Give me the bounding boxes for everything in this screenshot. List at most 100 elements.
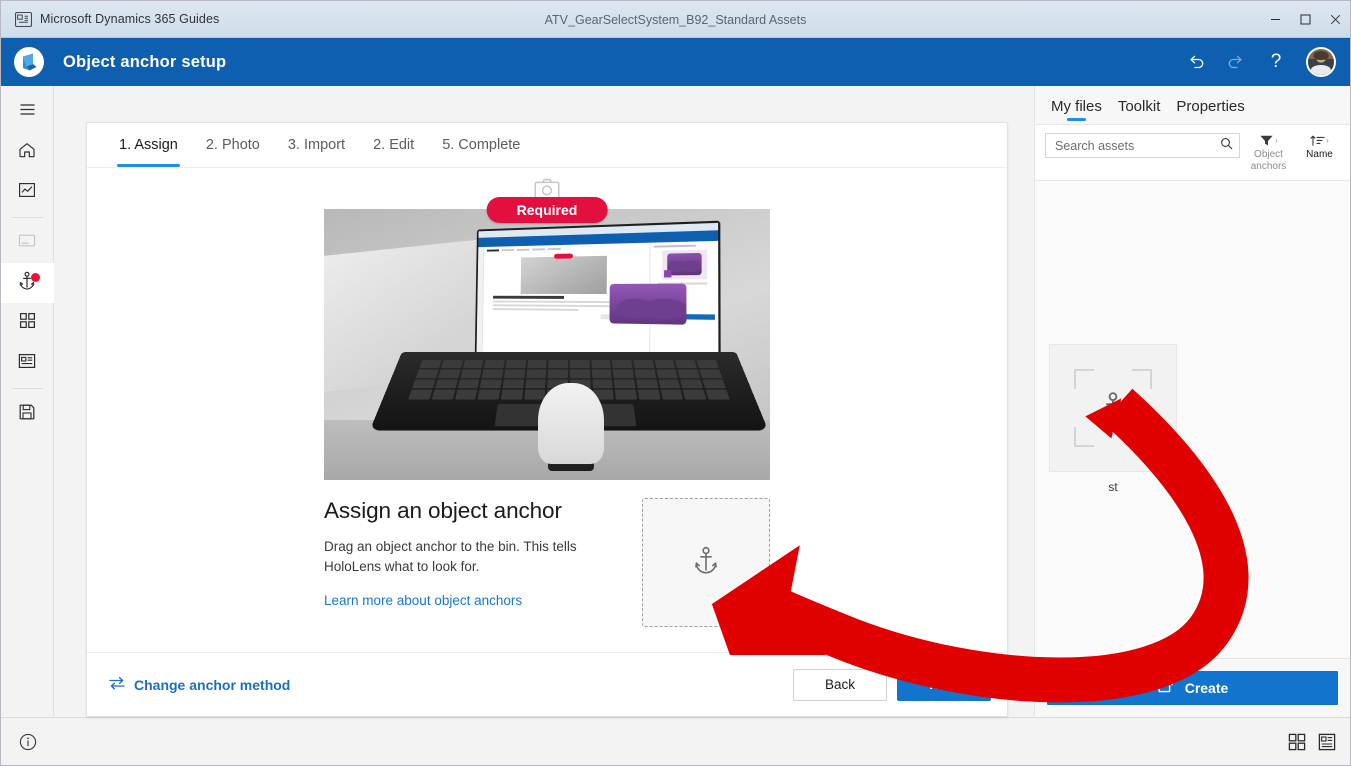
tab-label: My files xyxy=(1051,98,1102,115)
undo-icon[interactable] xyxy=(1178,44,1214,80)
swap-arrows-icon xyxy=(109,676,125,693)
tab-complete[interactable]: 5. Complete xyxy=(428,123,534,167)
tab-assign[interactable]: 1. Assign xyxy=(105,123,192,167)
sort-label: Name xyxy=(1306,149,1333,161)
open-external-icon xyxy=(1157,679,1174,697)
hamburger-menu-icon xyxy=(18,100,37,124)
rail-divider-1 xyxy=(12,217,43,218)
tab-label: 5. Complete xyxy=(442,137,520,153)
search-input[interactable] xyxy=(1055,139,1216,153)
tab-label: 3. Import xyxy=(288,137,345,153)
next-button[interactable]: Next xyxy=(897,669,991,701)
guides-app-icon xyxy=(15,12,32,27)
right-panel-tabs: My files Toolkit Properties xyxy=(1035,86,1350,124)
avatar[interactable] xyxy=(1306,47,1336,77)
tab-properties[interactable]: Properties xyxy=(1170,96,1250,124)
change-anchor-method-button[interactable]: Change anchor method xyxy=(109,676,290,693)
right-panel: My files Toolkit Properties xyxy=(1034,86,1350,717)
assets-toolbar: › Object anchors › Name xyxy=(1035,124,1350,181)
tab-label: 1. Assign xyxy=(119,137,178,153)
search-icon xyxy=(1220,137,1233,155)
create-button[interactable]: Create xyxy=(1047,671,1338,705)
minimize-button[interactable] xyxy=(1260,6,1290,32)
wizard-content: Required xyxy=(87,168,1007,652)
window-controls xyxy=(1260,1,1350,38)
sidebar-item-object-anchor[interactable] xyxy=(1,263,54,303)
instruction-description: Drag an object anchor to the bin. This t… xyxy=(324,537,582,576)
list-item[interactable]: st xyxy=(1049,344,1177,494)
tab-label: Toolkit xyxy=(1118,98,1161,115)
grid-apps-icon xyxy=(18,311,37,335)
save-icon xyxy=(17,402,37,427)
card-icon xyxy=(17,232,37,254)
framing-corners xyxy=(1074,369,1152,447)
title-bar-left: Microsoft Dynamics 365 Guides xyxy=(1,12,219,27)
main-canvas: 1. Assign 2. Photo 3. Import 2. Edit 5. … xyxy=(54,86,1034,717)
tab-label: 2. Photo xyxy=(206,137,260,153)
learn-more-link[interactable]: Learn more about object anchors xyxy=(324,593,522,608)
left-rail xyxy=(1,86,54,717)
instruction-photo-wrap: Required xyxy=(324,209,770,480)
object-anchor-thumb-icon xyxy=(1049,344,1177,472)
sidebar-item-home[interactable] xyxy=(1,132,54,172)
status-bar xyxy=(1,717,1350,765)
sort-button[interactable]: › Name xyxy=(1297,133,1342,161)
title-bar: Microsoft Dynamics 365 Guides ATV_GearSe… xyxy=(1,1,1350,38)
wizard-card: 1. Assign 2. Photo 3. Import 2. Edit 5. … xyxy=(86,122,1008,717)
assets-list: st xyxy=(1035,181,1350,659)
sidebar-item-slide[interactable] xyxy=(1,343,54,383)
view-toggles xyxy=(1288,733,1336,751)
sort-icon: › xyxy=(1310,134,1329,147)
asset-grid: st xyxy=(1035,194,1350,494)
asset-label: st xyxy=(1108,480,1117,494)
sidebar-item-analytics[interactable] xyxy=(1,172,54,212)
sidebar-item-menu[interactable] xyxy=(1,92,54,132)
change-anchor-method-label: Change anchor method xyxy=(134,677,290,693)
redo-icon[interactable] xyxy=(1218,44,1254,80)
close-button[interactable] xyxy=(1320,6,1350,32)
instruction-heading: Assign an object anchor xyxy=(324,498,582,524)
wizard-tabs: 1. Assign 2. Photo 3. Import 2. Edit 5. … xyxy=(87,123,1007,168)
right-panel-footer: Create xyxy=(1035,659,1350,717)
search-box[interactable] xyxy=(1045,133,1240,158)
instruction-text: Assign an object anchor Drag an object a… xyxy=(324,498,582,627)
tab-edit[interactable]: 2. Edit xyxy=(359,123,428,167)
tab-photo[interactable]: 2. Photo xyxy=(192,123,274,167)
wizard-footer: Change anchor method Back Next xyxy=(87,652,1007,716)
help-button[interactable]: ? xyxy=(1258,44,1294,80)
header-actions: ? xyxy=(1178,44,1336,80)
app-window: Microsoft Dynamics 365 Guides ATV_GearSe… xyxy=(0,0,1351,766)
filter-button[interactable]: › Object anchors xyxy=(1246,133,1291,172)
status-badge: Required xyxy=(487,197,608,223)
chevron-right-icon: › xyxy=(1326,136,1329,145)
footer-buttons: Back Next xyxy=(793,669,991,701)
anchor-icon xyxy=(691,544,721,581)
status-badge xyxy=(31,273,40,282)
home-icon xyxy=(17,140,37,165)
tab-my-files[interactable]: My files xyxy=(1045,96,1108,124)
sidebar-item-apps[interactable] xyxy=(1,303,54,343)
instruction-block: Assign an object anchor Drag an object a… xyxy=(324,498,770,627)
create-button-label: Create xyxy=(1185,680,1229,696)
rail-divider-2 xyxy=(12,388,43,389)
analytics-icon xyxy=(17,180,37,205)
tab-toolkit[interactable]: Toolkit xyxy=(1112,96,1167,124)
maximize-button[interactable] xyxy=(1290,6,1320,32)
tab-import[interactable]: 3. Import xyxy=(274,123,359,167)
sidebar-item-save[interactable] xyxy=(1,394,54,434)
chevron-right-icon: › xyxy=(1275,136,1278,145)
filter-label: Object anchors xyxy=(1246,149,1291,172)
tab-label: 2. Edit xyxy=(373,137,414,153)
anchor-drop-bin[interactable] xyxy=(642,498,770,627)
sidebar-item-card[interactable] xyxy=(1,223,54,263)
tab-label: Properties xyxy=(1176,98,1244,115)
back-button[interactable]: Back xyxy=(793,669,887,701)
app-name-label: Microsoft Dynamics 365 Guides xyxy=(40,12,219,26)
grid-view-icon[interactable] xyxy=(1288,733,1306,751)
slide-icon xyxy=(17,352,37,375)
info-icon[interactable] xyxy=(1,732,54,752)
dynamics-guides-logo xyxy=(9,42,49,82)
app-body: 1. Assign 2. Photo 3. Import 2. Edit 5. … xyxy=(1,86,1350,717)
instruction-photo xyxy=(324,209,770,480)
detail-view-icon[interactable] xyxy=(1318,733,1336,751)
